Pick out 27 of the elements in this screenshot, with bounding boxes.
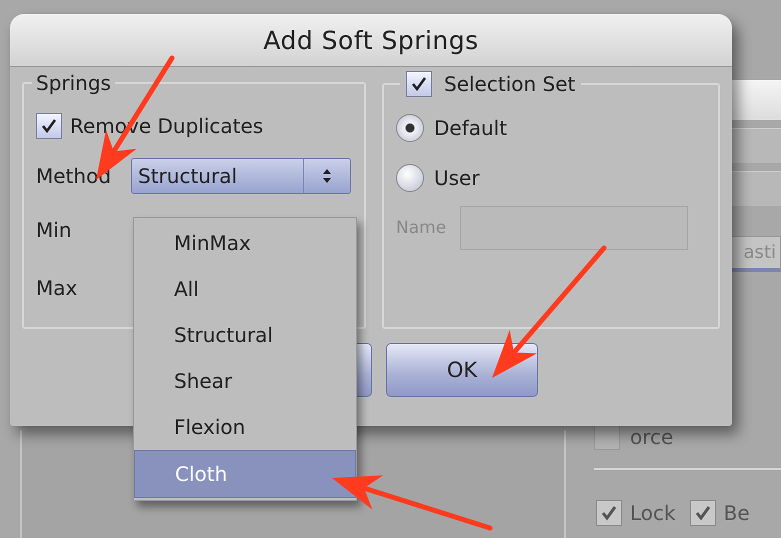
tick-icon [599, 503, 619, 523]
window-title: Add Soft Springs [263, 26, 479, 54]
checkbox-label: Lock [630, 501, 676, 525]
checkbox[interactable] [406, 71, 432, 97]
field-label: Min [36, 218, 72, 242]
radio-button[interactable] [396, 114, 424, 142]
method-dropdown[interactable]: Structural [131, 158, 352, 194]
menu-item[interactable]: MinMax [134, 220, 356, 266]
menu-item[interactable]: Structural [134, 312, 356, 358]
group-title: Springs [35, 71, 112, 95]
field-label: Method [36, 164, 112, 188]
radio-label: Default [434, 116, 508, 140]
menu-item[interactable]: Flexion [134, 404, 356, 450]
checkbox[interactable] [690, 500, 716, 526]
radio-label: User [434, 166, 480, 190]
checkbox[interactable] [596, 500, 622, 526]
field-label: Max [36, 276, 78, 300]
menu-item[interactable]: All [134, 266, 356, 312]
checkbox[interactable] [36, 113, 62, 139]
ok-button[interactable]: OK [386, 343, 538, 397]
checkbox[interactable] [594, 424, 620, 450]
group-title: Selection Set [444, 72, 576, 96]
radio-button[interactable] [396, 164, 424, 192]
menu-item[interactable]: Shear [134, 358, 356, 404]
updown-icon [322, 168, 332, 184]
checkbox-label: Be [724, 501, 750, 525]
checkbox-label: orce [630, 425, 674, 449]
